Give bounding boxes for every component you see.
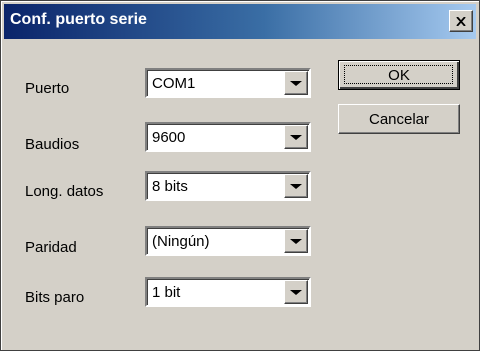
baud-rate-select[interactable]: 9600 (145, 122, 311, 152)
parity-select[interactable]: (Ningún) (145, 226, 311, 256)
chevron-down-icon (290, 289, 302, 295)
parity-select-value: (Ningún) (152, 233, 210, 250)
parity-dropdown-button[interactable] (284, 229, 308, 253)
port-dropdown-button[interactable] (284, 71, 308, 95)
serial-port-config-dialog: Conf. puerto serie Puerto COM1 Baudios 9… (0, 0, 480, 351)
port-select[interactable]: COM1 (145, 68, 311, 98)
data-length-select[interactable]: 8 bits (145, 171, 311, 201)
baud-rate-dropdown-button[interactable] (284, 125, 308, 149)
port-label: Puerto (25, 80, 70, 97)
stop-bits-dropdown-button[interactable] (284, 280, 308, 304)
cancel-button[interactable]: Cancelar (338, 104, 460, 134)
chevron-down-icon (290, 238, 302, 244)
ok-button-label: OK (388, 66, 410, 84)
ok-button[interactable]: OK (338, 60, 460, 90)
baud-rate-select-value: 9600 (152, 129, 186, 146)
close-icon (456, 16, 466, 26)
chevron-down-icon (290, 183, 302, 189)
baud-rate-label: Baudios (25, 136, 80, 153)
data-length-select-value: 8 bits (152, 178, 188, 195)
dialog-title: Conf. puerto serie (10, 11, 147, 28)
stop-bits-select[interactable]: 1 bit (145, 277, 311, 307)
port-select-value: COM1 (152, 75, 196, 92)
cancel-button-label: Cancelar (368, 110, 430, 128)
stop-bits-select-value: 1 bit (152, 284, 181, 301)
data-length-label: Long. datos (25, 183, 104, 200)
title-bar[interactable]: Conf. puerto serie (4, 4, 476, 39)
chevron-down-icon (290, 80, 302, 86)
stop-bits-label: Bits paro (25, 289, 85, 306)
chevron-down-icon (290, 134, 302, 140)
parity-label: Paridad (25, 239, 77, 256)
data-length-dropdown-button[interactable] (284, 174, 308, 198)
close-button[interactable] (449, 10, 473, 32)
